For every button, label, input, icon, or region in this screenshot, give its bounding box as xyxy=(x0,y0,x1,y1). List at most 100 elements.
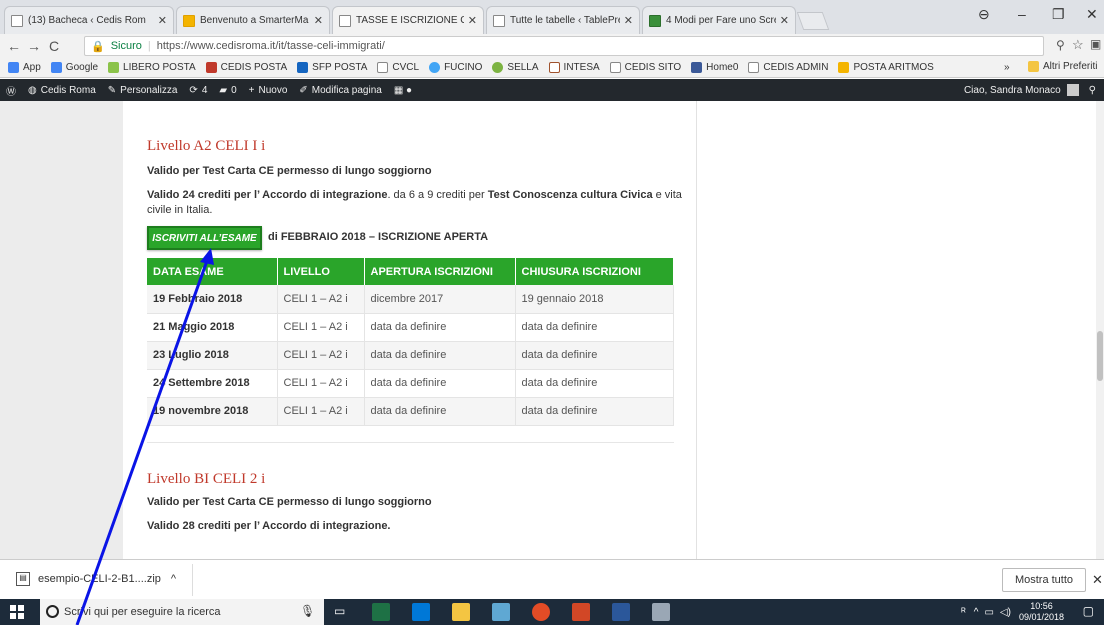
scrollbar[interactable] xyxy=(1096,101,1104,559)
download-filename: esempio-CELI-2-B1....zip xyxy=(38,573,161,585)
bookmark-cedis-posta[interactable]: CEDIS POSTA xyxy=(205,62,287,73)
page-sidebar xyxy=(696,101,1096,559)
app-icon[interactable] xyxy=(652,603,670,621)
bookmark-cedis-sito[interactable]: CEDIS SITO xyxy=(609,62,681,73)
bookmark-home0[interactable]: Home0 xyxy=(691,62,738,73)
a2-credits-text: . da 6 a 9 crediti per xyxy=(387,189,488,201)
search-placeholder: Scrivi qui per eseguire la ricerca xyxy=(64,606,221,618)
mail-icon xyxy=(183,14,195,27)
table-divider xyxy=(147,442,674,443)
bookmark-cvcl[interactable]: CVCL xyxy=(377,62,419,73)
wp-new-link[interactable]: + Nuovo xyxy=(249,85,288,96)
bookmark-label: App xyxy=(23,62,41,73)
a2-credits-paragraph: Valido 24 crediti per l’ Accordo di inte… xyxy=(147,188,687,218)
table-cell: dicembre 2017 xyxy=(364,285,516,314)
notifications-icon[interactable]: ▢ xyxy=(1083,604,1094,618)
google-icon xyxy=(50,62,62,73)
bookmark-fucino[interactable]: FUCINO xyxy=(429,62,482,73)
wp-customize-link[interactable]: ✎ Personalizza xyxy=(108,85,178,96)
tab-screenshot-guide[interactable]: 4 Modi per Fare uno Scre ✕ xyxy=(642,6,796,34)
new-tab-button[interactable] xyxy=(796,12,830,30)
extension-icon[interactable]: ▣ xyxy=(1090,37,1101,51)
powerpoint-icon[interactable] xyxy=(572,603,590,621)
download-item[interactable]: ▤ esempio-CELI-2-B1....zip ^ xyxy=(16,572,176,586)
task-view-icon[interactable]: ▭ xyxy=(334,604,345,618)
wp-comments-link[interactable]: ▰ 0 xyxy=(219,85,236,96)
forward-icon[interactable]: → xyxy=(24,38,44,54)
table-cell: 19 gennaio 2018 xyxy=(515,285,674,314)
close-downloads-icon[interactable]: ✕ xyxy=(1092,572,1103,588)
bookmark-sella[interactable]: SELLA xyxy=(492,62,539,73)
reload-icon[interactable]: C xyxy=(44,38,64,54)
bookmark-libero-posta[interactable]: LIBERO POSTA xyxy=(108,62,196,73)
a2-validity-line: Valido per Test Carta CE permesso di lun… xyxy=(147,165,432,177)
tab-tasse-iscrizione[interactable]: TASSE E ISCRIZIONE CEL ✕ xyxy=(332,6,484,34)
other-bookmarks[interactable]: Altri Preferiti xyxy=(1028,61,1097,72)
table-row: 19 Febbraio 2018 CELI 1 – A2 i dicembre … xyxy=(147,285,674,314)
people-icon[interactable]: ᴿ xyxy=(961,607,966,618)
close-icon[interactable]: ✕ xyxy=(468,14,477,27)
address-bar-row: ← → C 🔒 Sicuro | https://www.cedisroma.i… xyxy=(0,34,1104,58)
word-icon[interactable] xyxy=(612,603,630,621)
tab-smartermail[interactable]: Benvenuto a SmarterMa ✕ xyxy=(176,6,330,34)
zoom-icon[interactable]: ⚲ xyxy=(1056,38,1065,52)
column-header: CHIUSURA ISCRIZIONI xyxy=(515,258,674,285)
windows-start-icon[interactable] xyxy=(10,605,24,619)
mail-app-icon[interactable] xyxy=(492,603,510,621)
search-icon[interactable]: ⚲ xyxy=(1089,85,1096,96)
volume-icon[interactable]: ◁) xyxy=(1000,607,1011,618)
chrome-icon[interactable] xyxy=(532,603,550,621)
avatar[interactable] xyxy=(1066,84,1079,96)
bookmark-label: INTESA xyxy=(563,62,600,73)
file-explorer-icon[interactable] xyxy=(452,603,470,621)
window-close-icon[interactable]: ✕ xyxy=(1086,6,1098,23)
close-icon[interactable]: ✕ xyxy=(624,14,633,27)
excel-icon[interactable] xyxy=(372,603,390,621)
close-icon[interactable]: ✕ xyxy=(158,14,167,27)
bookmark-sfp-posta[interactable]: SFP POSTA xyxy=(297,62,367,73)
clock[interactable]: 10:56 09/01/2018 xyxy=(1019,601,1064,623)
table-cell: data da definire xyxy=(515,397,674,426)
show-all-button[interactable]: Mostra tutto xyxy=(1002,568,1086,592)
wp-seo-icon[interactable]: ▦ ● xyxy=(394,85,412,96)
close-icon[interactable]: ✕ xyxy=(780,14,789,27)
table-row: 23 Luglio 2018 CELI 1 – A2 i data da def… xyxy=(147,341,674,370)
chevron-up-icon[interactable]: ^ xyxy=(171,573,176,585)
maximize-icon[interactable]: ❐ xyxy=(1052,6,1065,23)
scroll-thumb[interactable] xyxy=(1097,331,1103,381)
wp-site-link[interactable]: ◍ Cedis Roma xyxy=(28,85,96,96)
profile-icon[interactable]: ⊖ xyxy=(978,6,990,23)
wp-edit-page-link[interactable]: ✐ Modifica pagina xyxy=(299,85,381,96)
microphone-icon[interactable]: 🎙 xyxy=(300,604,315,618)
bookmark-posta-aritmos[interactable]: POSTA ARITMOS xyxy=(838,62,934,73)
bookmark-apps[interactable]: App xyxy=(8,62,41,73)
bookmark-intesa[interactable]: INTESA xyxy=(548,62,600,73)
wp-updates-link[interactable]: ⟳ 4 xyxy=(189,85,207,96)
table-cell: data da definire xyxy=(364,397,516,426)
close-icon[interactable]: ✕ xyxy=(314,14,323,27)
star-icon[interactable]: ☆ xyxy=(1072,37,1084,53)
network-icon[interactable]: ▭ xyxy=(984,607,993,618)
table-row: 24 Settembre 2018 CELI 1 – A2 i data da … xyxy=(147,369,674,398)
bookmark-label: LIBERO POSTA xyxy=(123,62,196,73)
tab-tablepress[interactable]: Tutte le tabelle ‹ TablePre ✕ xyxy=(486,6,640,34)
brush-icon: ✎ xyxy=(107,84,117,96)
wordpress-icon[interactable]: Ⓦ xyxy=(6,83,16,98)
bookmark-google[interactable]: Google xyxy=(50,62,98,73)
wp-user-greeting[interactable]: Ciao, Sandra Monaco xyxy=(964,85,1061,96)
taskbar-search-input[interactable]: Scrivi qui per eseguire la ricerca xyxy=(40,599,324,625)
tab-label: Benvenuto a SmarterMa xyxy=(200,15,309,26)
minimize-icon[interactable]: – xyxy=(1018,6,1026,22)
tab-bacheca[interactable]: (13) Bacheca ‹ Cedis Rom ✕ xyxy=(4,6,174,34)
page-icon xyxy=(377,62,389,73)
secure-label: Sicuro xyxy=(110,40,142,52)
register-exam-button[interactable]: ISCRIVITI ALL’ESAME xyxy=(147,226,262,250)
back-icon[interactable]: ← xyxy=(4,38,24,54)
chevron-up-icon[interactable]: ^ xyxy=(974,607,979,618)
bookmark-cedis-admin[interactable]: CEDIS ADMIN xyxy=(748,62,828,73)
edge-icon[interactable] xyxy=(412,603,430,621)
a2-credits-bold: Valido 24 crediti per l’ Accordo di inte… xyxy=(147,189,388,201)
plus-icon: + xyxy=(248,84,255,96)
more-bookmarks-icon[interactable]: » xyxy=(1004,62,1010,73)
url-input[interactable]: 🔒 Sicuro | https://www.cedisroma.it/it/t… xyxy=(84,36,1044,56)
